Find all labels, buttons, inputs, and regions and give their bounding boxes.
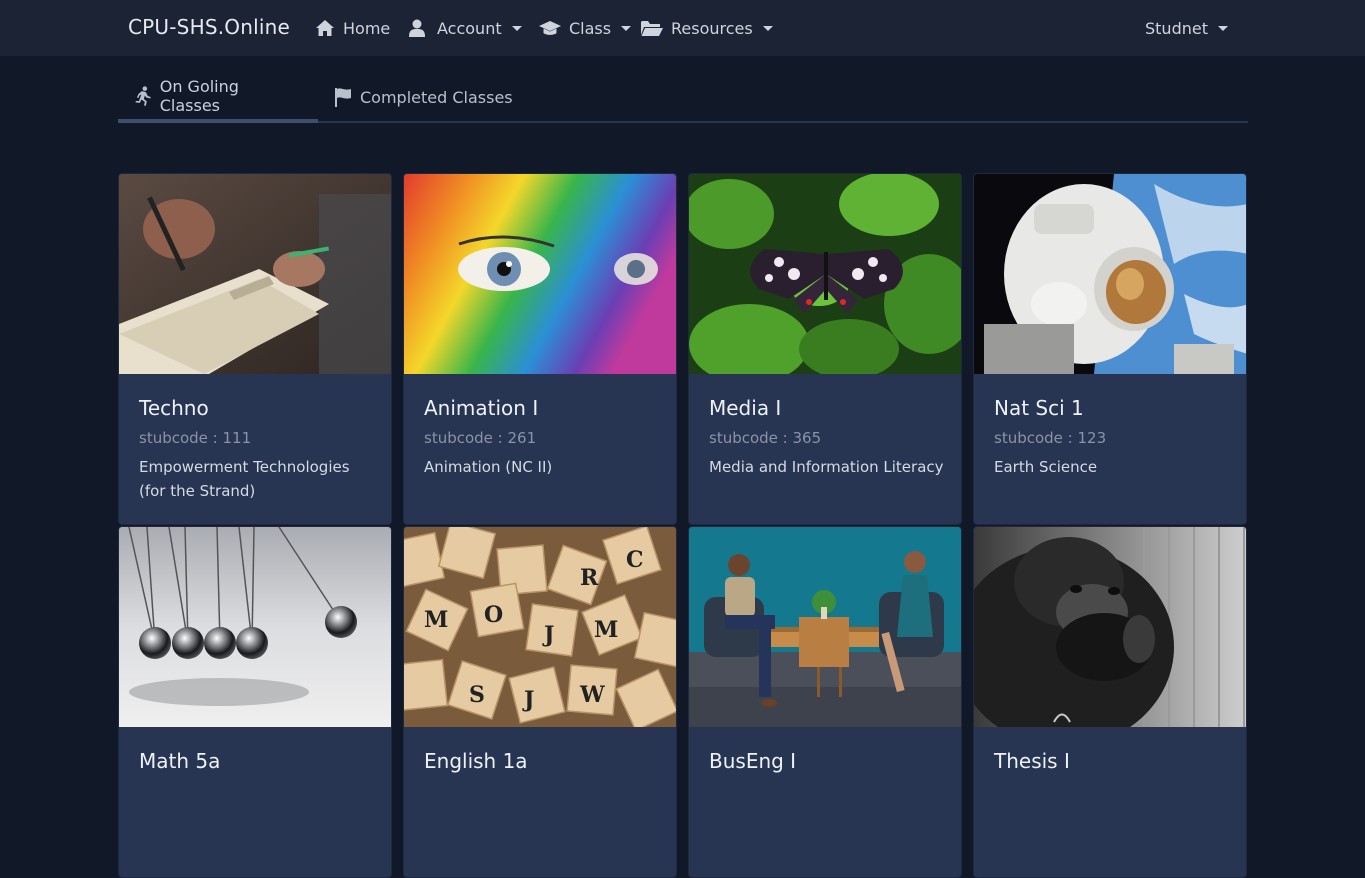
tab-ongoing-label: On Goling Classes (159, 76, 239, 115)
class-image-painted-face (404, 174, 676, 374)
nav-account-dropdown[interactable]: Account (409, 17, 522, 39)
class-description: Media and Information Literacy (709, 458, 944, 476)
svg-text:J: J (542, 622, 554, 648)
nav-home-label: Home (343, 18, 391, 38)
class-image-butterfly (689, 174, 961, 374)
class-card-math[interactable]: Math 5a (118, 526, 392, 878)
graduation-cap-icon (539, 21, 561, 35)
class-title: Math 5a (139, 749, 221, 773)
class-title: Techno (139, 396, 209, 420)
class-code: stubcode : 261 (424, 429, 537, 447)
nav-class-dropdown[interactable]: Class (539, 17, 632, 39)
svg-text:M: M (594, 617, 618, 643)
class-card-media[interactable]: Media I stubcode : 365 Media and Informa… (688, 173, 962, 525)
class-title: Animation I (424, 396, 539, 420)
class-card-natsci[interactable]: Nat Sci 1 stubcode : 123 Earth Science (973, 173, 1247, 525)
top-navbar: CPU-SHS.Online Home Account Class Resour… (0, 0, 1365, 56)
chevron-down-icon (511, 25, 522, 31)
svg-text:M: M (424, 607, 448, 633)
nav-resources-label: Resources (671, 18, 753, 38)
nav-home[interactable]: Home (315, 17, 390, 39)
class-image-scrabble-tiles: R C J M S J W M O (404, 527, 676, 727)
user-menu-label: Studnet (1145, 18, 1208, 38)
tab-completed-classes[interactable]: Completed Classes (318, 72, 529, 122)
class-image-gorilla (974, 527, 1246, 727)
user-menu-dropdown[interactable]: Studnet (1145, 17, 1228, 39)
class-card-english[interactable]: R C J M S J W M O English 1a (403, 526, 677, 878)
svg-text:O: O (484, 602, 503, 628)
class-image-writing (119, 174, 391, 374)
svg-text:W: W (579, 682, 605, 708)
chevron-down-icon (621, 25, 632, 31)
class-title: Nat Sci 1 (994, 396, 1084, 420)
tab-completed-label: Completed Classes (360, 87, 513, 107)
svg-text:C: C (626, 547, 644, 573)
class-description: Animation (NC II) (424, 458, 553, 476)
class-title: Media I (709, 396, 782, 420)
class-card-animation[interactable]: Animation I stubcode : 261 Animation (NC… (403, 173, 677, 525)
class-image-newtons-cradle (119, 527, 391, 727)
class-image-conversation (689, 527, 961, 727)
chevron-down-icon (762, 25, 773, 31)
class-title: Thesis I (994, 749, 1070, 773)
svg-text:S: S (469, 682, 485, 708)
class-card-techno[interactable]: Techno stubcode : 111 Empowerment Techno… (118, 173, 392, 525)
class-title: BusEng I (709, 749, 797, 773)
class-image-astronaut (974, 174, 1246, 374)
svg-text:R: R (580, 565, 599, 591)
nav-class-label: Class (569, 18, 612, 38)
nav-account-label: Account (437, 18, 502, 38)
class-description: Earth Science (994, 458, 1098, 476)
chevron-down-icon (1217, 25, 1228, 31)
class-status-tabs: On Goling Classes Completed Classes (118, 72, 1248, 123)
folder-open-icon (641, 21, 663, 36)
flag-icon (335, 88, 351, 107)
class-description: Empowerment Technologies (for the Strand… (139, 458, 350, 500)
user-icon (409, 19, 425, 37)
home-icon (316, 20, 334, 36)
nav-resources-dropdown[interactable]: Resources (641, 17, 773, 39)
brand-logo-text[interactable]: CPU-SHS.Online (128, 15, 290, 39)
class-code: stubcode : 111 (139, 429, 252, 447)
class-title: English 1a (424, 749, 528, 773)
svg-text:J: J (522, 687, 534, 713)
class-card-thesis[interactable]: Thesis I (973, 526, 1247, 878)
class-card-buseng[interactable]: BusEng I (688, 526, 962, 878)
tab-ongoing-classes[interactable]: On Goling Classes (118, 72, 318, 123)
running-icon (135, 85, 151, 106)
class-code: stubcode : 123 (994, 429, 1107, 447)
class-code: stubcode : 365 (709, 429, 822, 447)
